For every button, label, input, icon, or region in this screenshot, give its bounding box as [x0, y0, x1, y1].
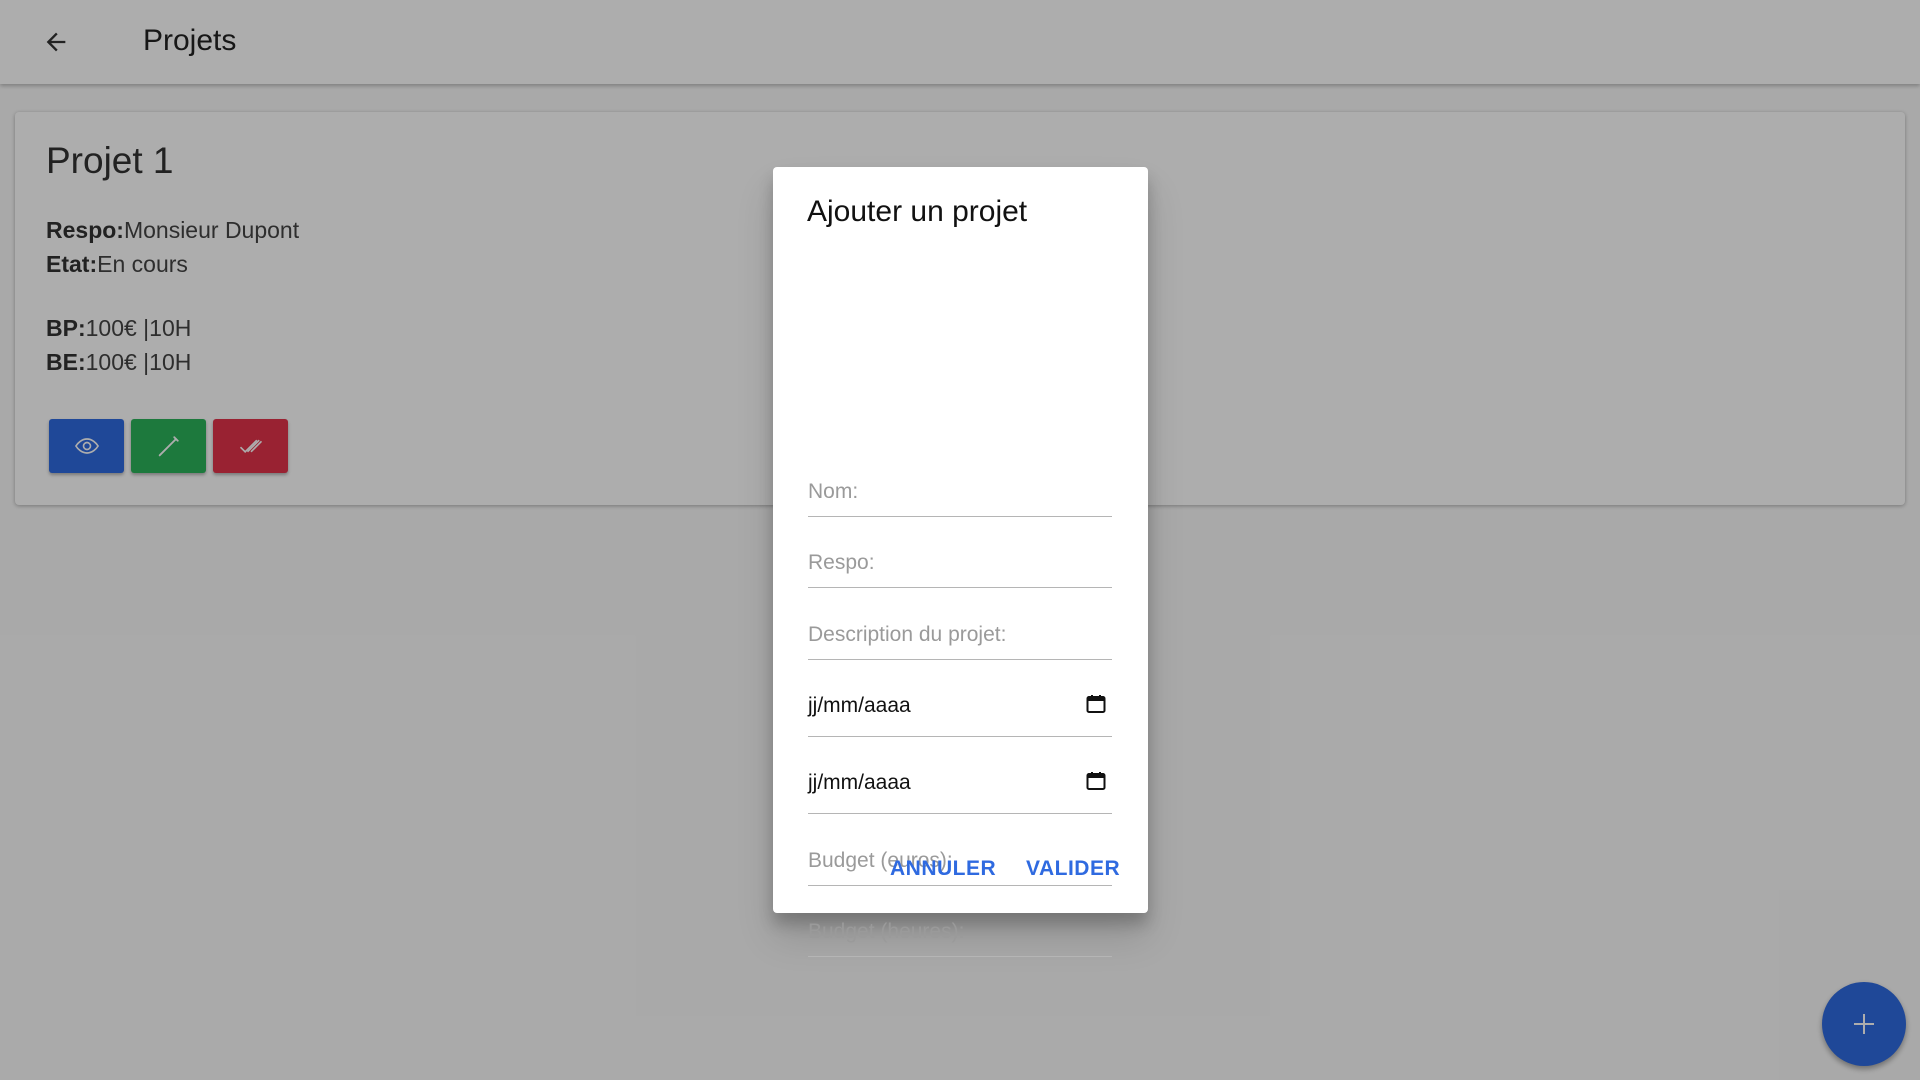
start-date-field[interactable]: jj/mm/aaaa: [808, 677, 1112, 737]
respo-field: [808, 528, 1112, 588]
calendar-icon[interactable]: [1084, 769, 1108, 793]
add-project-dialog: Ajouter un projet jj/mm/aaaa jj/mm/aaaa …: [773, 167, 1148, 957]
description-field: [808, 600, 1112, 660]
budget-heures-input[interactable]: [808, 920, 1112, 944]
calendar-icon[interactable]: [1084, 692, 1108, 716]
respo-input[interactable]: [808, 551, 1112, 575]
dialog-title: Ajouter un projet: [807, 195, 1028, 228]
nom-field: [808, 457, 1112, 517]
end-date-value: jj/mm/aaaa: [808, 771, 911, 794]
submit-button[interactable]: VALIDER: [1026, 857, 1120, 881]
end-date-field[interactable]: jj/mm/aaaa: [808, 754, 1112, 814]
nom-input[interactable]: [808, 480, 1112, 504]
start-date-value: jj/mm/aaaa: [808, 694, 911, 717]
cancel-button[interactable]: ANNULER: [890, 857, 996, 881]
description-input[interactable]: [808, 623, 1112, 647]
budget-heures-field: [808, 897, 1112, 957]
